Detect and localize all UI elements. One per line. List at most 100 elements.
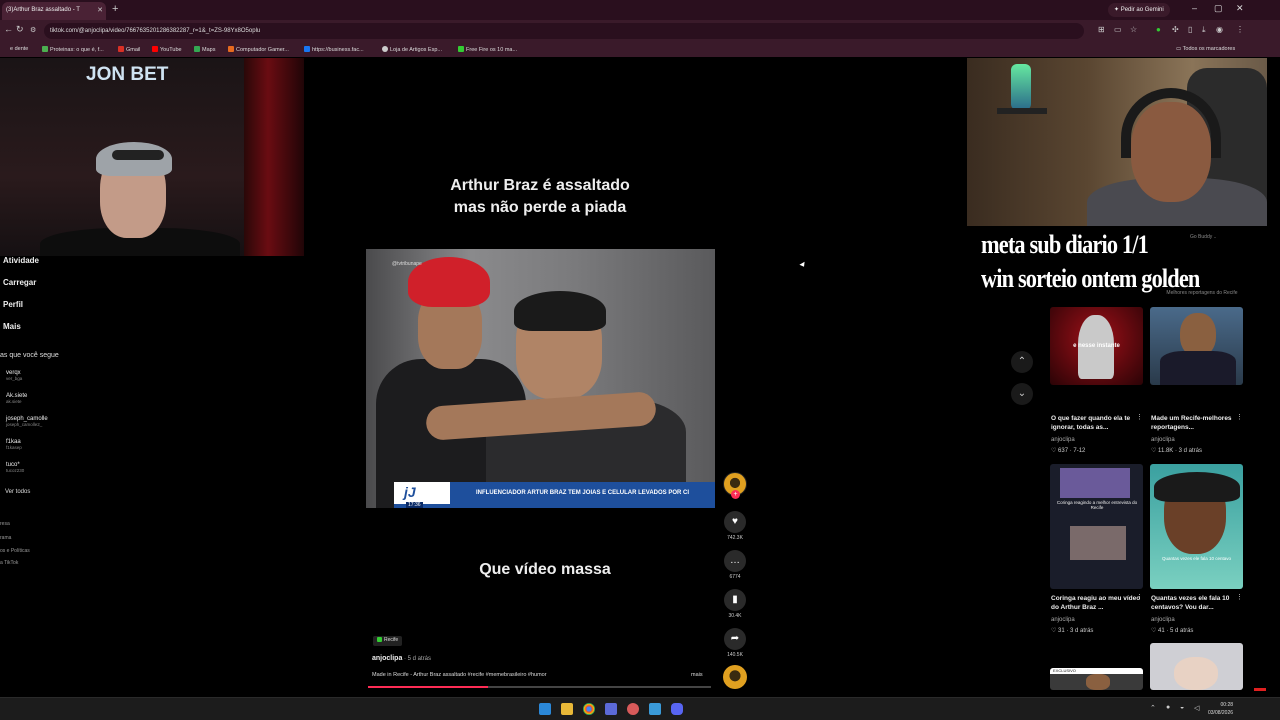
video-progress-bar[interactable] xyxy=(368,686,711,688)
more-options-icon[interactable]: ⋮ xyxy=(1136,593,1143,601)
volume-icon[interactable]: ◁ xyxy=(1194,704,1199,712)
new-tab-icon[interactable]: + xyxy=(112,3,118,15)
system-clock[interactable]: 00:28 03/08/2026 xyxy=(1208,701,1233,717)
site-info-icon[interactable]: ⚙ xyxy=(30,26,36,34)
location-tag[interactable]: Recife xyxy=(373,636,403,646)
bookmark-star-icon[interactable]: ☆ xyxy=(1130,25,1137,34)
related-stats-text: 11.8K · 3 d atrás xyxy=(1158,448,1202,454)
browser-tab[interactable]: (3)Arthur Braz assaltado - T ✕ xyxy=(2,2,106,20)
maximize-icon[interactable]: ▢ xyxy=(1214,3,1223,14)
cast-icon[interactable]: ▭ xyxy=(1114,25,1122,34)
footer-link[interactable]: a TikTok xyxy=(0,560,18,566)
footer-link[interactable]: os e Políticas xyxy=(0,548,30,554)
tray-chevron-icon[interactable]: ⌃ xyxy=(1150,704,1156,712)
bookmark-item[interactable]: Proteinas: o que é, f... xyxy=(42,46,104,53)
sidebar-item-upload[interactable]: Carregar xyxy=(3,278,36,287)
following-account[interactable]: tuco* tucoz230 xyxy=(6,462,24,473)
related-thumbnail[interactable] xyxy=(1150,643,1243,690)
discord-icon[interactable] xyxy=(671,703,683,715)
related-thumbnail[interactable]: EXCLUSIVO xyxy=(1050,668,1143,690)
tab-close-icon[interactable]: ✕ xyxy=(97,6,103,14)
video-title-overlay: Arthur Braz é assaltado mas não perde a … xyxy=(400,175,680,219)
bookmark-item[interactable]: Loja de Artigos Esp... xyxy=(382,46,442,53)
like-button[interactable]: ♥ 742.3K xyxy=(723,511,747,541)
translate-icon[interactable]: ⊞ xyxy=(1098,25,1105,34)
start-icon[interactable] xyxy=(539,703,551,715)
related-thumbnail[interactable]: e nesse instante xyxy=(1050,307,1143,385)
download-icon[interactable]: ⤓ xyxy=(1202,25,1206,35)
related-title[interactable]: Made um Recife-melhores reportagens... xyxy=(1151,414,1247,432)
following-account[interactable]: Ak.siete ak.siete xyxy=(6,393,27,404)
more-options-icon[interactable]: ⋮ xyxy=(1236,413,1243,421)
video-title-line: Arthur Braz é assaltado xyxy=(450,177,630,194)
comment-icon: … xyxy=(724,550,746,572)
next-video-button[interactable]: ⌄ xyxy=(1011,383,1033,405)
app-icon[interactable] xyxy=(605,703,617,715)
mic-icon[interactable]: ● xyxy=(1166,704,1170,711)
related-thumbnail[interactable]: Coringa reagindo a melhor entrevista do … xyxy=(1050,464,1143,589)
follow-plus-icon[interactable]: + xyxy=(731,490,740,499)
bookmark-item[interactable]: Computador Gamer... xyxy=(228,46,289,53)
related-author[interactable]: anjoclipa xyxy=(1051,617,1075,623)
more-options-icon[interactable]: ⋮ xyxy=(1236,593,1243,601)
related-thumbnail[interactable]: Quantas vezes ele fala 10 centavo xyxy=(1150,464,1243,589)
following-account[interactable]: verqx ver_bga xyxy=(6,370,22,381)
extension-icon[interactable]: ● xyxy=(1156,25,1161,34)
microphone-arm xyxy=(997,108,1047,114)
related-thumbnail[interactable] xyxy=(1150,307,1243,385)
back-icon[interactable]: ← xyxy=(4,24,13,34)
footer-link[interactable]: rama xyxy=(0,535,11,541)
heart-icon: ♥ xyxy=(724,511,746,533)
network-icon[interactable]: ◒ xyxy=(1180,704,1184,711)
thumb-image xyxy=(1070,526,1126,560)
sidebar-item-profile[interactable]: Perfil xyxy=(3,300,23,309)
video-author[interactable]: anjoclipa · 5 d atrás xyxy=(372,655,431,662)
notepad-icon[interactable] xyxy=(649,703,661,715)
app-icon[interactable] xyxy=(627,703,639,715)
bookmark-item[interactable]: YouTube xyxy=(152,46,182,53)
browser-menu-icon[interactable]: ⋮ xyxy=(1236,25,1244,34)
video-progress-fill xyxy=(368,686,489,688)
location-icon xyxy=(377,637,382,642)
like-count: 742.3K xyxy=(727,535,743,541)
url-input[interactable]: tiktok.com/@anjoclipa/video/766763520128… xyxy=(44,23,1084,39)
related-author[interactable]: anjoclipa xyxy=(1151,437,1175,443)
see-all-link[interactable]: Ver todos xyxy=(5,489,30,495)
footer-link[interactable]: resa xyxy=(0,521,10,527)
following-account[interactable]: f1kaa f1kasep xyxy=(6,439,22,450)
related-title[interactable]: O que fazer quando ela te ignorar, todas… xyxy=(1051,414,1147,432)
video-player[interactable]: @tvtribunape jJ 17:36 INFLUENCIADOR ARTU… xyxy=(366,249,715,508)
news-time: 17:36 xyxy=(406,502,423,508)
file-explorer-icon[interactable] xyxy=(561,703,573,715)
save-button[interactable]: ▮ 30.4K xyxy=(723,589,747,619)
bookmark-item[interactable]: https://business.fac... xyxy=(304,46,364,53)
bookmark-item[interactable]: e dente xyxy=(10,46,28,52)
minimize-icon[interactable]: – xyxy=(1192,3,1197,13)
close-window-icon[interactable]: ✕ xyxy=(1236,3,1244,14)
share-button[interactable]: ➦ 140.5K xyxy=(723,628,747,658)
following-account[interactable]: joseph_camolle joseph_camolle2_ xyxy=(6,416,48,427)
sidebar-item-activity[interactable]: Atividade xyxy=(3,256,39,265)
sidebar-item-more[interactable]: Mais xyxy=(3,322,21,331)
bookmark-item[interactable]: Gmail xyxy=(118,46,140,53)
related-stats-text: 31 · 3 d atrás xyxy=(1058,628,1094,634)
previous-video-button[interactable]: ⌃ xyxy=(1011,351,1033,373)
related-author[interactable]: anjoclipa xyxy=(1151,617,1175,623)
sidepanel-icon[interactable]: ▯ xyxy=(1188,25,1192,34)
more-link[interactable]: mais xyxy=(691,672,703,678)
comment-button[interactable]: … 6774 xyxy=(723,550,747,580)
more-options-icon[interactable]: ⋮ xyxy=(1136,413,1143,421)
related-title[interactable]: Quantas vezes ele fala 10 centavos? Vou … xyxy=(1151,594,1247,612)
chrome-icon[interactable] xyxy=(583,703,595,715)
related-title[interactable]: Coringa reagiu ao meu vídeo do Arthur Br… xyxy=(1051,594,1147,612)
music-disc-avatar[interactable] xyxy=(723,665,747,689)
gemini-button[interactable]: ✦ Pedir ao Gemini xyxy=(1108,3,1170,17)
all-bookmarks-folder[interactable]: ▭ Todos os marcadores xyxy=(1176,46,1235,52)
reload-icon[interactable]: ↻ xyxy=(16,24,24,35)
bookmark-item[interactable]: Maps xyxy=(194,46,215,53)
thumb-face xyxy=(1086,674,1110,690)
profile-avatar-icon[interactable]: ◉ xyxy=(1216,25,1223,34)
bookmark-item[interactable]: Free Fire os 10 ma... xyxy=(458,46,517,53)
extensions-puzzle-icon[interactable]: ✣ xyxy=(1172,25,1179,34)
related-author[interactable]: anjoclipa xyxy=(1051,437,1075,443)
